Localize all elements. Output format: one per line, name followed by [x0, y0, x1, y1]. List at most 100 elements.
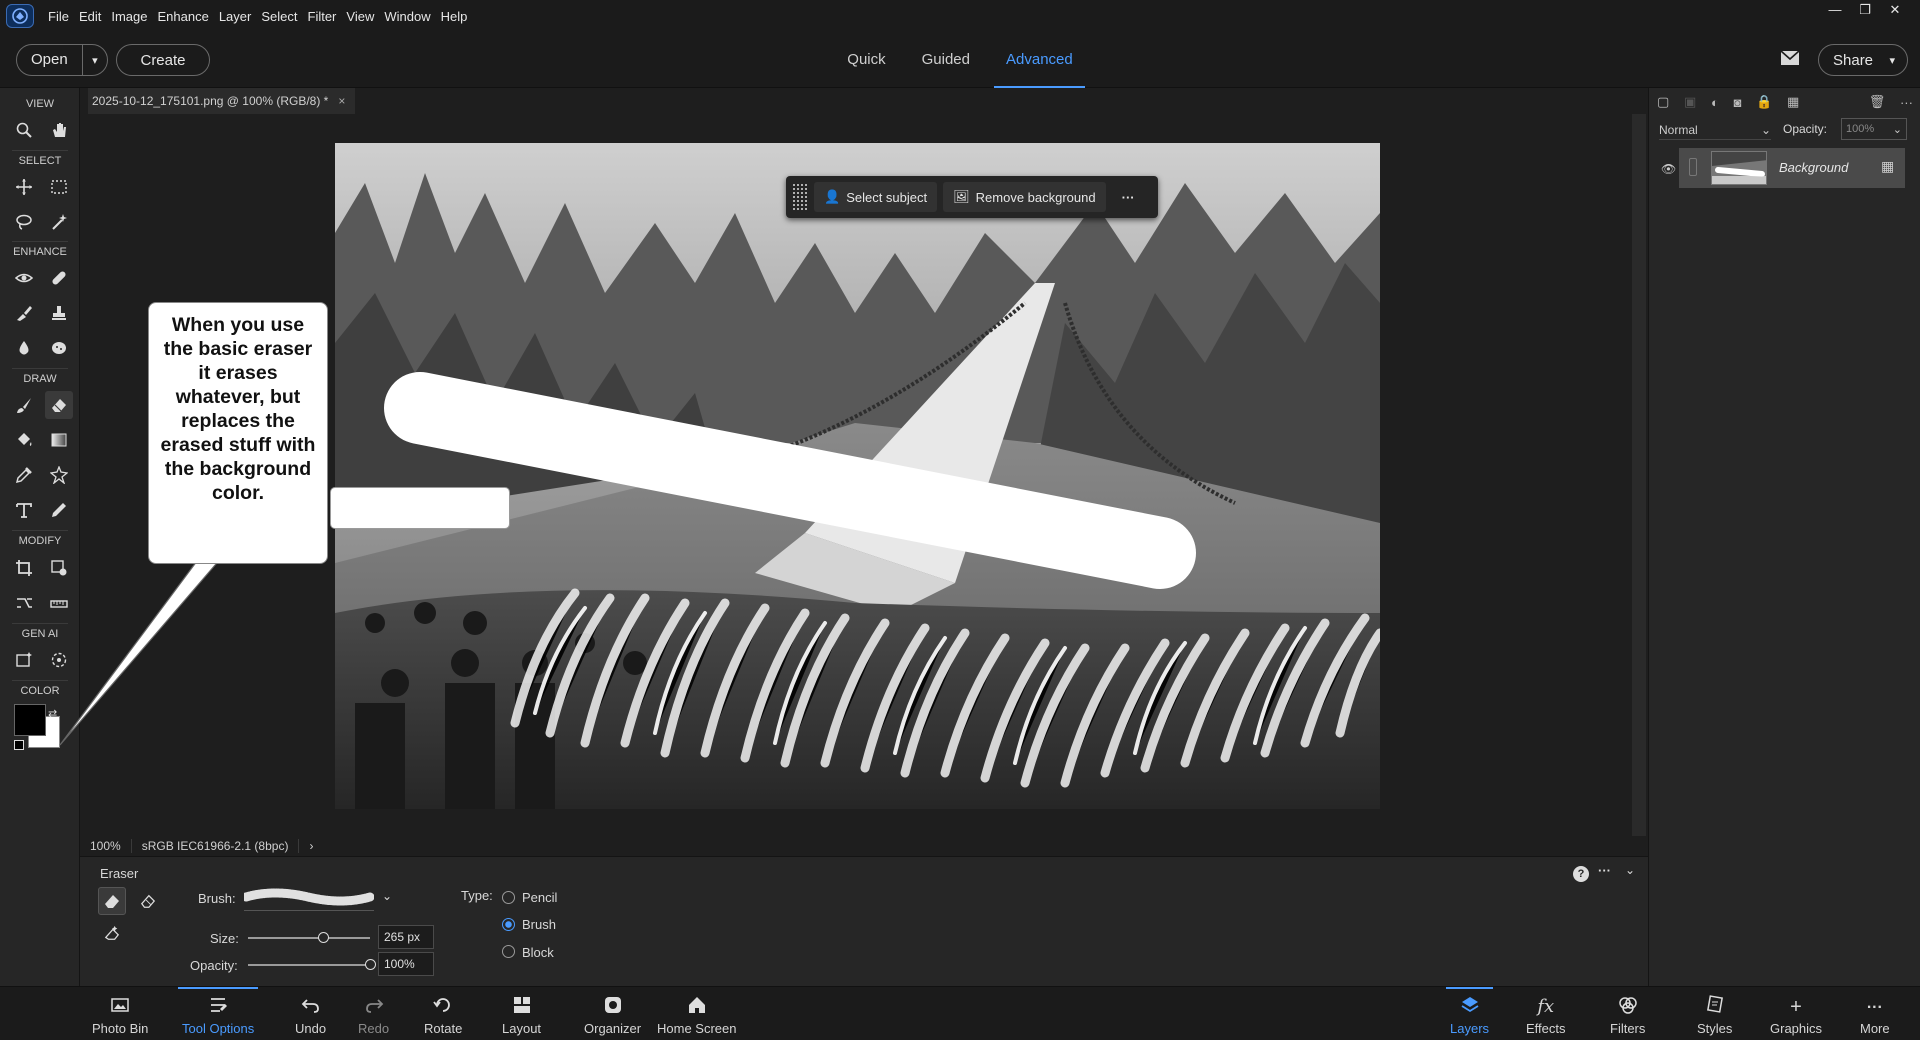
smart-brush-tool-icon[interactable] — [10, 299, 38, 327]
menu-edit[interactable]: Edit — [79, 9, 101, 24]
chevron-down-icon[interactable]: ⌄ — [382, 889, 392, 903]
magic-wand-tool-icon[interactable] — [45, 208, 73, 236]
hand-tool-icon[interactable] — [45, 116, 73, 144]
layer-name[interactable]: Background — [1779, 160, 1848, 175]
share-button[interactable]: Share ▾ — [1818, 44, 1908, 76]
magic-eraser-icon[interactable] — [98, 919, 126, 947]
menu-image[interactable]: Image — [111, 9, 147, 24]
undo-button[interactable]: Undo — [295, 987, 326, 1040]
graphics-button[interactable]: + Graphics — [1770, 987, 1822, 1040]
type-pencil-radio[interactable] — [502, 891, 515, 904]
more-options-icon[interactable]: ··· — [1112, 182, 1145, 212]
tab-quick[interactable]: Quick — [847, 32, 885, 88]
sponge-tool-icon[interactable] — [45, 334, 73, 362]
app-logo-icon[interactable] — [6, 4, 34, 28]
filters-button[interactable]: Filters — [1610, 987, 1645, 1040]
menu-select[interactable]: Select — [261, 9, 297, 24]
generative-fill-tool-icon[interactable] — [10, 646, 38, 674]
more-options-icon[interactable]: ··· — [1598, 863, 1611, 878]
tool-options-button[interactable]: Tool Options — [177, 987, 259, 1040]
minimize-button[interactable]: — — [1820, 0, 1850, 20]
zoom-tool-icon[interactable] — [10, 116, 38, 144]
eye-icon[interactable]: 👁 — [1661, 162, 1676, 176]
size-slider[interactable] — [248, 937, 370, 939]
chevron-right-icon[interactable]: › — [299, 839, 323, 853]
crop-tool-icon[interactable] — [10, 554, 38, 582]
type-brush-radio[interactable] — [502, 918, 515, 931]
help-icon[interactable]: ? — [1573, 866, 1589, 882]
drag-handle-icon[interactable] — [792, 183, 808, 211]
healing-brush-tool-icon[interactable] — [45, 264, 73, 292]
size-field[interactable]: 265 px — [378, 925, 434, 949]
red-eye-tool-icon[interactable] — [10, 264, 38, 292]
type-block-label[interactable]: Block — [522, 945, 554, 960]
lock-icon[interactable]: 🔒 — [1756, 94, 1772, 110]
content-aware-move-tool-icon[interactable] — [10, 589, 38, 617]
custom-shape-tool-icon[interactable] — [45, 461, 73, 489]
menu-file[interactable]: File — [48, 9, 69, 24]
rotate-button[interactable]: Rotate — [424, 987, 462, 1040]
vertical-scrollbar[interactable] — [1632, 114, 1646, 836]
blend-mode-select[interactable]: Normal ⌄ — [1659, 120, 1771, 140]
remove-background-button[interactable]: 🖼 Remove background — [943, 182, 1106, 212]
layer-mask-icon[interactable]: ◙ — [1734, 95, 1742, 110]
open-button[interactable]: Open ▾ — [16, 44, 108, 76]
mail-icon[interactable] — [1780, 50, 1800, 66]
restore-button[interactable]: ❐ — [1850, 0, 1880, 20]
opacity-field[interactable]: 100% — [378, 952, 434, 976]
menu-window[interactable]: Window — [384, 9, 430, 24]
type-tool-icon[interactable] — [10, 496, 38, 524]
collapse-chevron-icon[interactable]: ⌄ — [1625, 863, 1635, 877]
layer-opacity-field[interactable]: 100% ⌄ — [1841, 118, 1907, 140]
brush-preset-picker[interactable] — [241, 885, 375, 911]
blur-tool-icon[interactable] — [10, 334, 38, 362]
lock-transparency-icon[interactable]: ▦ — [1787, 94, 1799, 110]
photo-bin-button[interactable]: Photo Bin — [92, 987, 148, 1040]
default-colors-icon[interactable] — [14, 740, 24, 750]
more-button[interactable]: ··· More — [1860, 987, 1890, 1040]
opacity-slider[interactable] — [248, 964, 370, 966]
type-brush-label[interactable]: Brush — [522, 917, 556, 932]
zoom-level[interactable]: 100% — [80, 839, 132, 853]
tab-guided[interactable]: Guided — [922, 32, 970, 88]
marquee-tool-icon[interactable] — [45, 173, 73, 201]
layout-button[interactable]: Layout — [502, 987, 541, 1040]
tab-advanced[interactable]: Advanced — [994, 32, 1085, 88]
organizer-button[interactable]: Organizer — [584, 987, 641, 1040]
lasso-tool-icon[interactable] — [10, 208, 38, 236]
menu-view[interactable]: View — [346, 9, 374, 24]
menu-layer[interactable]: Layer — [219, 9, 252, 24]
eyedropper-tool-icon[interactable] — [10, 461, 38, 489]
menu-filter[interactable]: Filter — [308, 9, 337, 24]
chevron-down-icon[interactable]: ▾ — [83, 54, 107, 67]
eraser-tool-icon[interactable] — [45, 391, 73, 419]
pencil-tool-icon[interactable] — [45, 496, 73, 524]
effects-button[interactable]: fx Effects — [1526, 987, 1566, 1040]
more-options-icon[interactable]: ··· — [1900, 95, 1913, 110]
close-icon[interactable]: × — [338, 94, 345, 108]
photo-canvas[interactable] — [335, 143, 1380, 809]
gradient-tool-icon[interactable] — [45, 426, 73, 454]
type-block-radio[interactable] — [502, 945, 515, 958]
opacity-slider-knob[interactable] — [364, 959, 376, 970]
trash-icon[interactable]: 🗑 — [1869, 94, 1886, 110]
paint-bucket-tool-icon[interactable] — [10, 426, 38, 454]
select-subject-button[interactable]: 👤 Select subject — [814, 182, 938, 212]
redo-button[interactable]: Redo — [358, 987, 389, 1040]
clone-stamp-tool-icon[interactable] — [45, 299, 73, 327]
document-tab[interactable]: 2025-10-12_175101.png @ 100% (RGB/8) * × — [88, 88, 356, 114]
create-button[interactable]: Create — [116, 44, 210, 76]
adjustment-layer-icon[interactable]: ◐ — [1711, 95, 1719, 110]
background-eraser-icon[interactable] — [134, 887, 162, 915]
size-slider-knob[interactable] — [318, 932, 330, 943]
close-window-button[interactable]: ✕ — [1880, 0, 1910, 20]
layers-button[interactable]: Layers — [1445, 987, 1494, 1040]
styles-button[interactable]: Styles — [1697, 987, 1732, 1040]
menu-enhance[interactable]: Enhance — [158, 9, 209, 24]
menu-help[interactable]: Help — [441, 9, 468, 24]
move-tool-icon[interactable] — [10, 173, 38, 201]
new-layer-icon[interactable]: ▢ — [1657, 94, 1669, 110]
layer-row[interactable]: Background ▦ — [1679, 148, 1905, 188]
type-pencil-label[interactable]: Pencil — [522, 890, 557, 905]
brush-tool-icon[interactable] — [10, 391, 38, 419]
